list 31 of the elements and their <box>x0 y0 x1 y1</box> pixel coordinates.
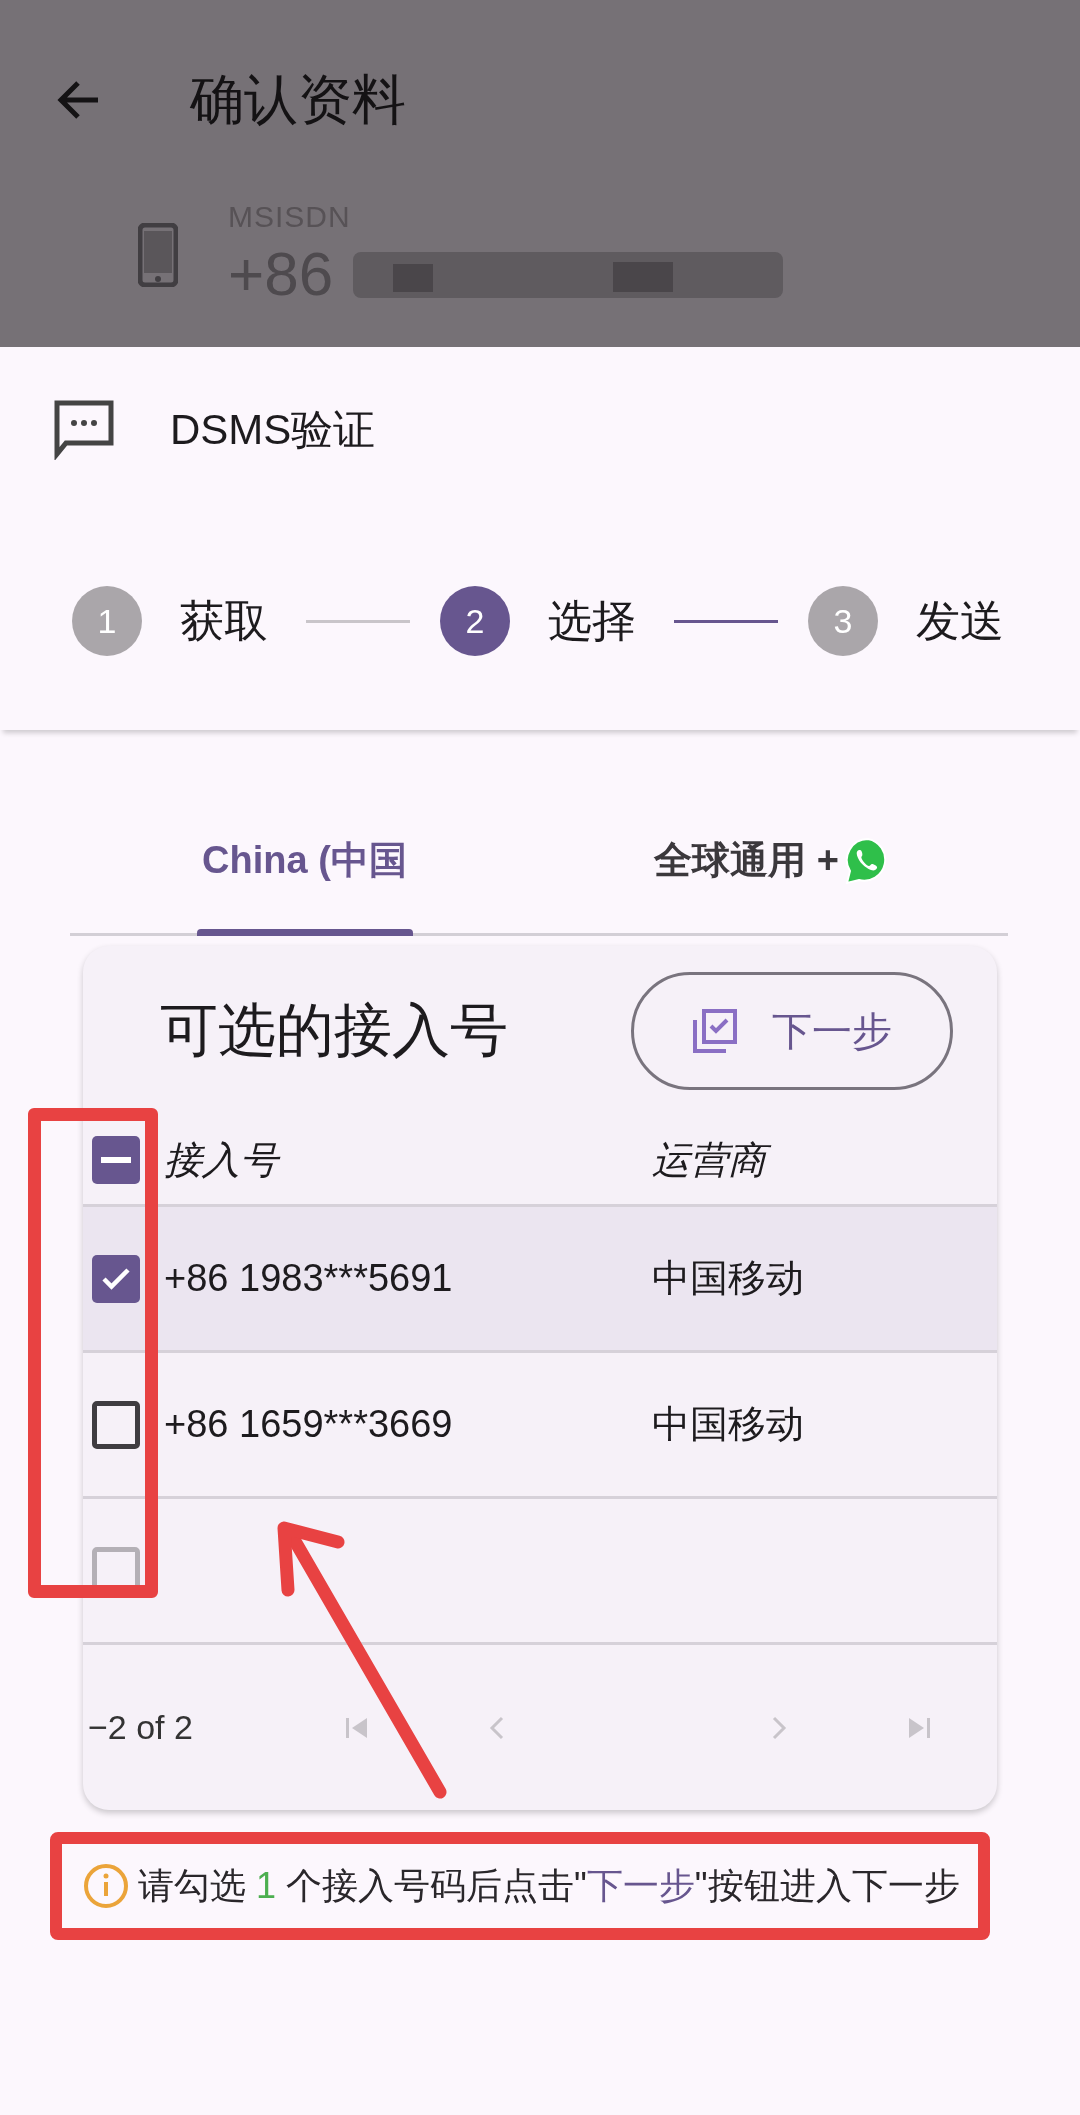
step-label: 发送 <box>916 594 1004 647</box>
step-number: 2 <box>440 586 510 656</box>
hint-text: 请勾选 1 个接入号码后点击"下一步"按钮进入下一步 <box>138 1864 960 1908</box>
back-icon[interactable] <box>56 80 100 120</box>
table-cell-text: 中国移动 <box>652 1402 805 1447</box>
card-title: 可选的接入号 <box>160 996 508 1064</box>
step-number: 3 <box>808 586 878 656</box>
checkbox[interactable] <box>92 1254 140 1303</box>
page-title: 确认资料 <box>190 67 406 131</box>
table-cell-text: +86 1659***3669 <box>164 1403 454 1446</box>
tab[interactable]: China (中国 <box>70 788 539 933</box>
checklist-icon <box>692 1008 738 1054</box>
message-icon <box>54 399 114 460</box>
sheet-title: DSMS验证 <box>170 404 376 455</box>
info-icon <box>82 1862 130 1910</box>
step-label: 选择 <box>548 594 636 647</box>
checkbox[interactable] <box>92 1136 140 1184</box>
table-cell-text: 中国移动 <box>652 1256 805 1301</box>
phone-icon <box>138 222 178 287</box>
step-number: 1 <box>72 586 142 656</box>
table-row[interactable]: +86 1659***3669 中国移动 <box>83 1353 997 1499</box>
table-row[interactable]: +86 1983***5691 中国移动 <box>83 1207 997 1353</box>
checkbox[interactable] <box>92 1400 140 1449</box>
column-header: 接入号 <box>164 1134 652 1186</box>
minus-icon <box>101 1156 131 1164</box>
column-header: 运营商 <box>652 1134 776 1186</box>
table-cell-text: +86 1983***5691 <box>164 1257 454 1300</box>
step-label: 获取 <box>180 594 268 647</box>
page-range: −2 of 2 <box>88 1708 194 1747</box>
tab[interactable]: 全球通用 + <box>539 788 1008 933</box>
next-button[interactable]: 下一步 <box>631 972 953 1090</box>
